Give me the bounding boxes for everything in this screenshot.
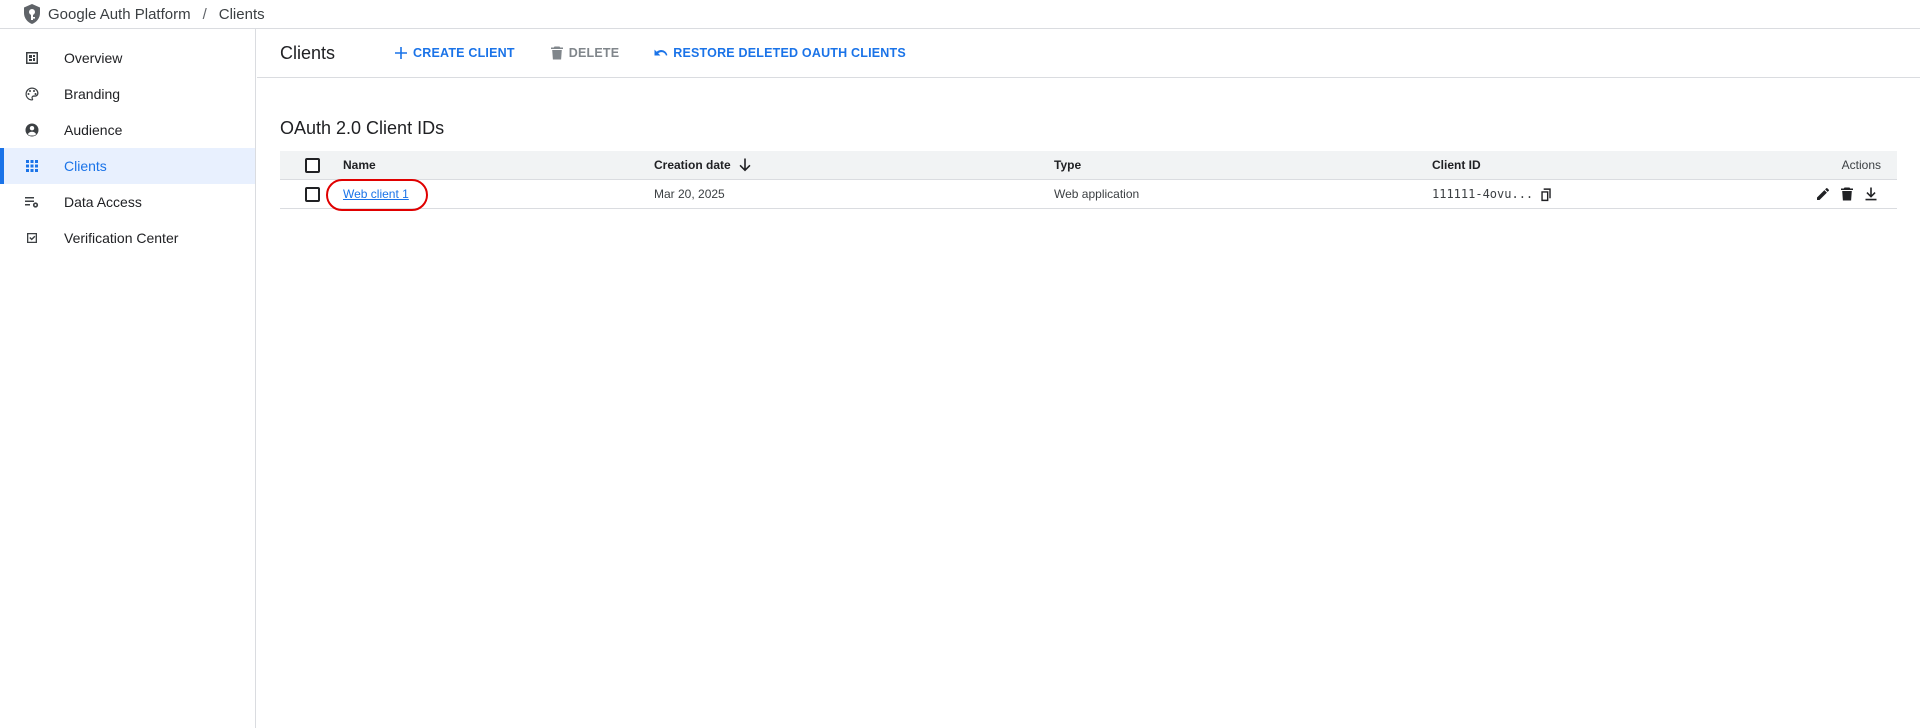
- column-header-name[interactable]: Name: [343, 158, 654, 172]
- delete-button[interactable]: DELETE: [549, 45, 620, 61]
- palette-icon: [24, 86, 40, 102]
- trash-icon: [550, 46, 563, 60]
- table-row: Web client 1 Mar 20, 2025 Web applicatio…: [280, 179, 1897, 211]
- client-name-link[interactable]: Web client 1: [326, 179, 428, 211]
- breadcrumb-bar: Google Auth Platform / Clients: [0, 0, 1920, 29]
- select-all-checkbox[interactable]: [305, 157, 320, 173]
- sidebar-item-clients[interactable]: Clients: [0, 148, 255, 184]
- page-title: Clients: [280, 42, 336, 63]
- breadcrumb-current: Clients: [218, 5, 265, 23]
- column-header-actions: Actions: [1841, 158, 1881, 172]
- checkbox-icon: [24, 230, 40, 246]
- oauth-clients-table: Name Creation date Type Client ID Action…: [280, 151, 1897, 211]
- column-header-creation-date-label: Creation date: [654, 158, 731, 172]
- account-circle-icon: [24, 122, 40, 138]
- edit-icon[interactable]: [1815, 186, 1831, 202]
- sidebar-item-label: Audience: [64, 122, 123, 138]
- restore-deleted-clients-button[interactable]: RESTORE DELETED OAUTH CLIENTS: [653, 45, 906, 61]
- breadcrumb-app-name[interactable]: Google Auth Platform: [48, 6, 191, 23]
- sidebar-item-label: Branding: [64, 86, 121, 102]
- sidebar-item-branding[interactable]: Branding: [0, 76, 255, 112]
- row-actions: [1815, 186, 1881, 202]
- undo-icon: [654, 49, 668, 56]
- delete-label: DELETE: [568, 46, 620, 60]
- row-checkbox[interactable]: [305, 186, 320, 202]
- restore-deleted-label: RESTORE DELETED OAUTH CLIENTS: [673, 46, 906, 60]
- section-title: OAuth 2.0 Client IDs: [280, 118, 445, 138]
- column-header-creation-date[interactable]: Creation date: [654, 157, 1054, 173]
- column-header-type[interactable]: Type: [1054, 158, 1432, 172]
- create-client-button[interactable]: CREATE CLIENT: [393, 45, 515, 61]
- create-client-label: CREATE CLIENT: [413, 46, 515, 60]
- main-content: Clients CREATE CLIENT DELETE RESTORE DEL…: [257, 29, 1920, 728]
- trash-icon[interactable]: [1839, 186, 1855, 202]
- sidebar-item-label: Clients: [64, 158, 107, 174]
- download-icon[interactable]: [1863, 186, 1879, 202]
- shield-key-icon: [22, 3, 42, 25]
- sidebar-item-data-access[interactable]: Data Access: [0, 184, 255, 220]
- sidebar: Overview Branding Audience Clients Data …: [0, 29, 256, 728]
- sidebar-item-label: Overview: [64, 50, 123, 66]
- sidebar-item-verification-center[interactable]: Verification Center: [0, 220, 255, 256]
- client-id-value: 111111-4ovu...: [1432, 187, 1534, 201]
- plus-icon: [395, 47, 408, 59]
- sidebar-item-label: Verification Center: [64, 230, 179, 246]
- column-header-client-id[interactable]: Client ID: [1432, 158, 1732, 172]
- client-creation-date: Mar 20, 2025: [654, 187, 725, 201]
- client-type: Web application: [1054, 187, 1140, 201]
- table-header-row: Name Creation date Type Client ID Action…: [280, 151, 1897, 180]
- sidebar-item-label: Data Access: [64, 194, 142, 210]
- sidebar-item-audience[interactable]: Audience: [0, 112, 255, 148]
- page-header: Clients CREATE CLIENT DELETE RESTORE DEL…: [257, 29, 1920, 78]
- copy-icon[interactable]: [1539, 187, 1554, 202]
- apps-grid-icon: [24, 158, 40, 174]
- breadcrumb-separator: /: [202, 5, 207, 23]
- data-settings-icon: [24, 194, 40, 210]
- sidebar-item-overview[interactable]: Overview: [0, 40, 255, 76]
- client-name-text: Web client 1: [343, 187, 409, 201]
- arrow-down-icon[interactable]: [737, 157, 753, 173]
- dashboard-icon: [24, 50, 40, 66]
